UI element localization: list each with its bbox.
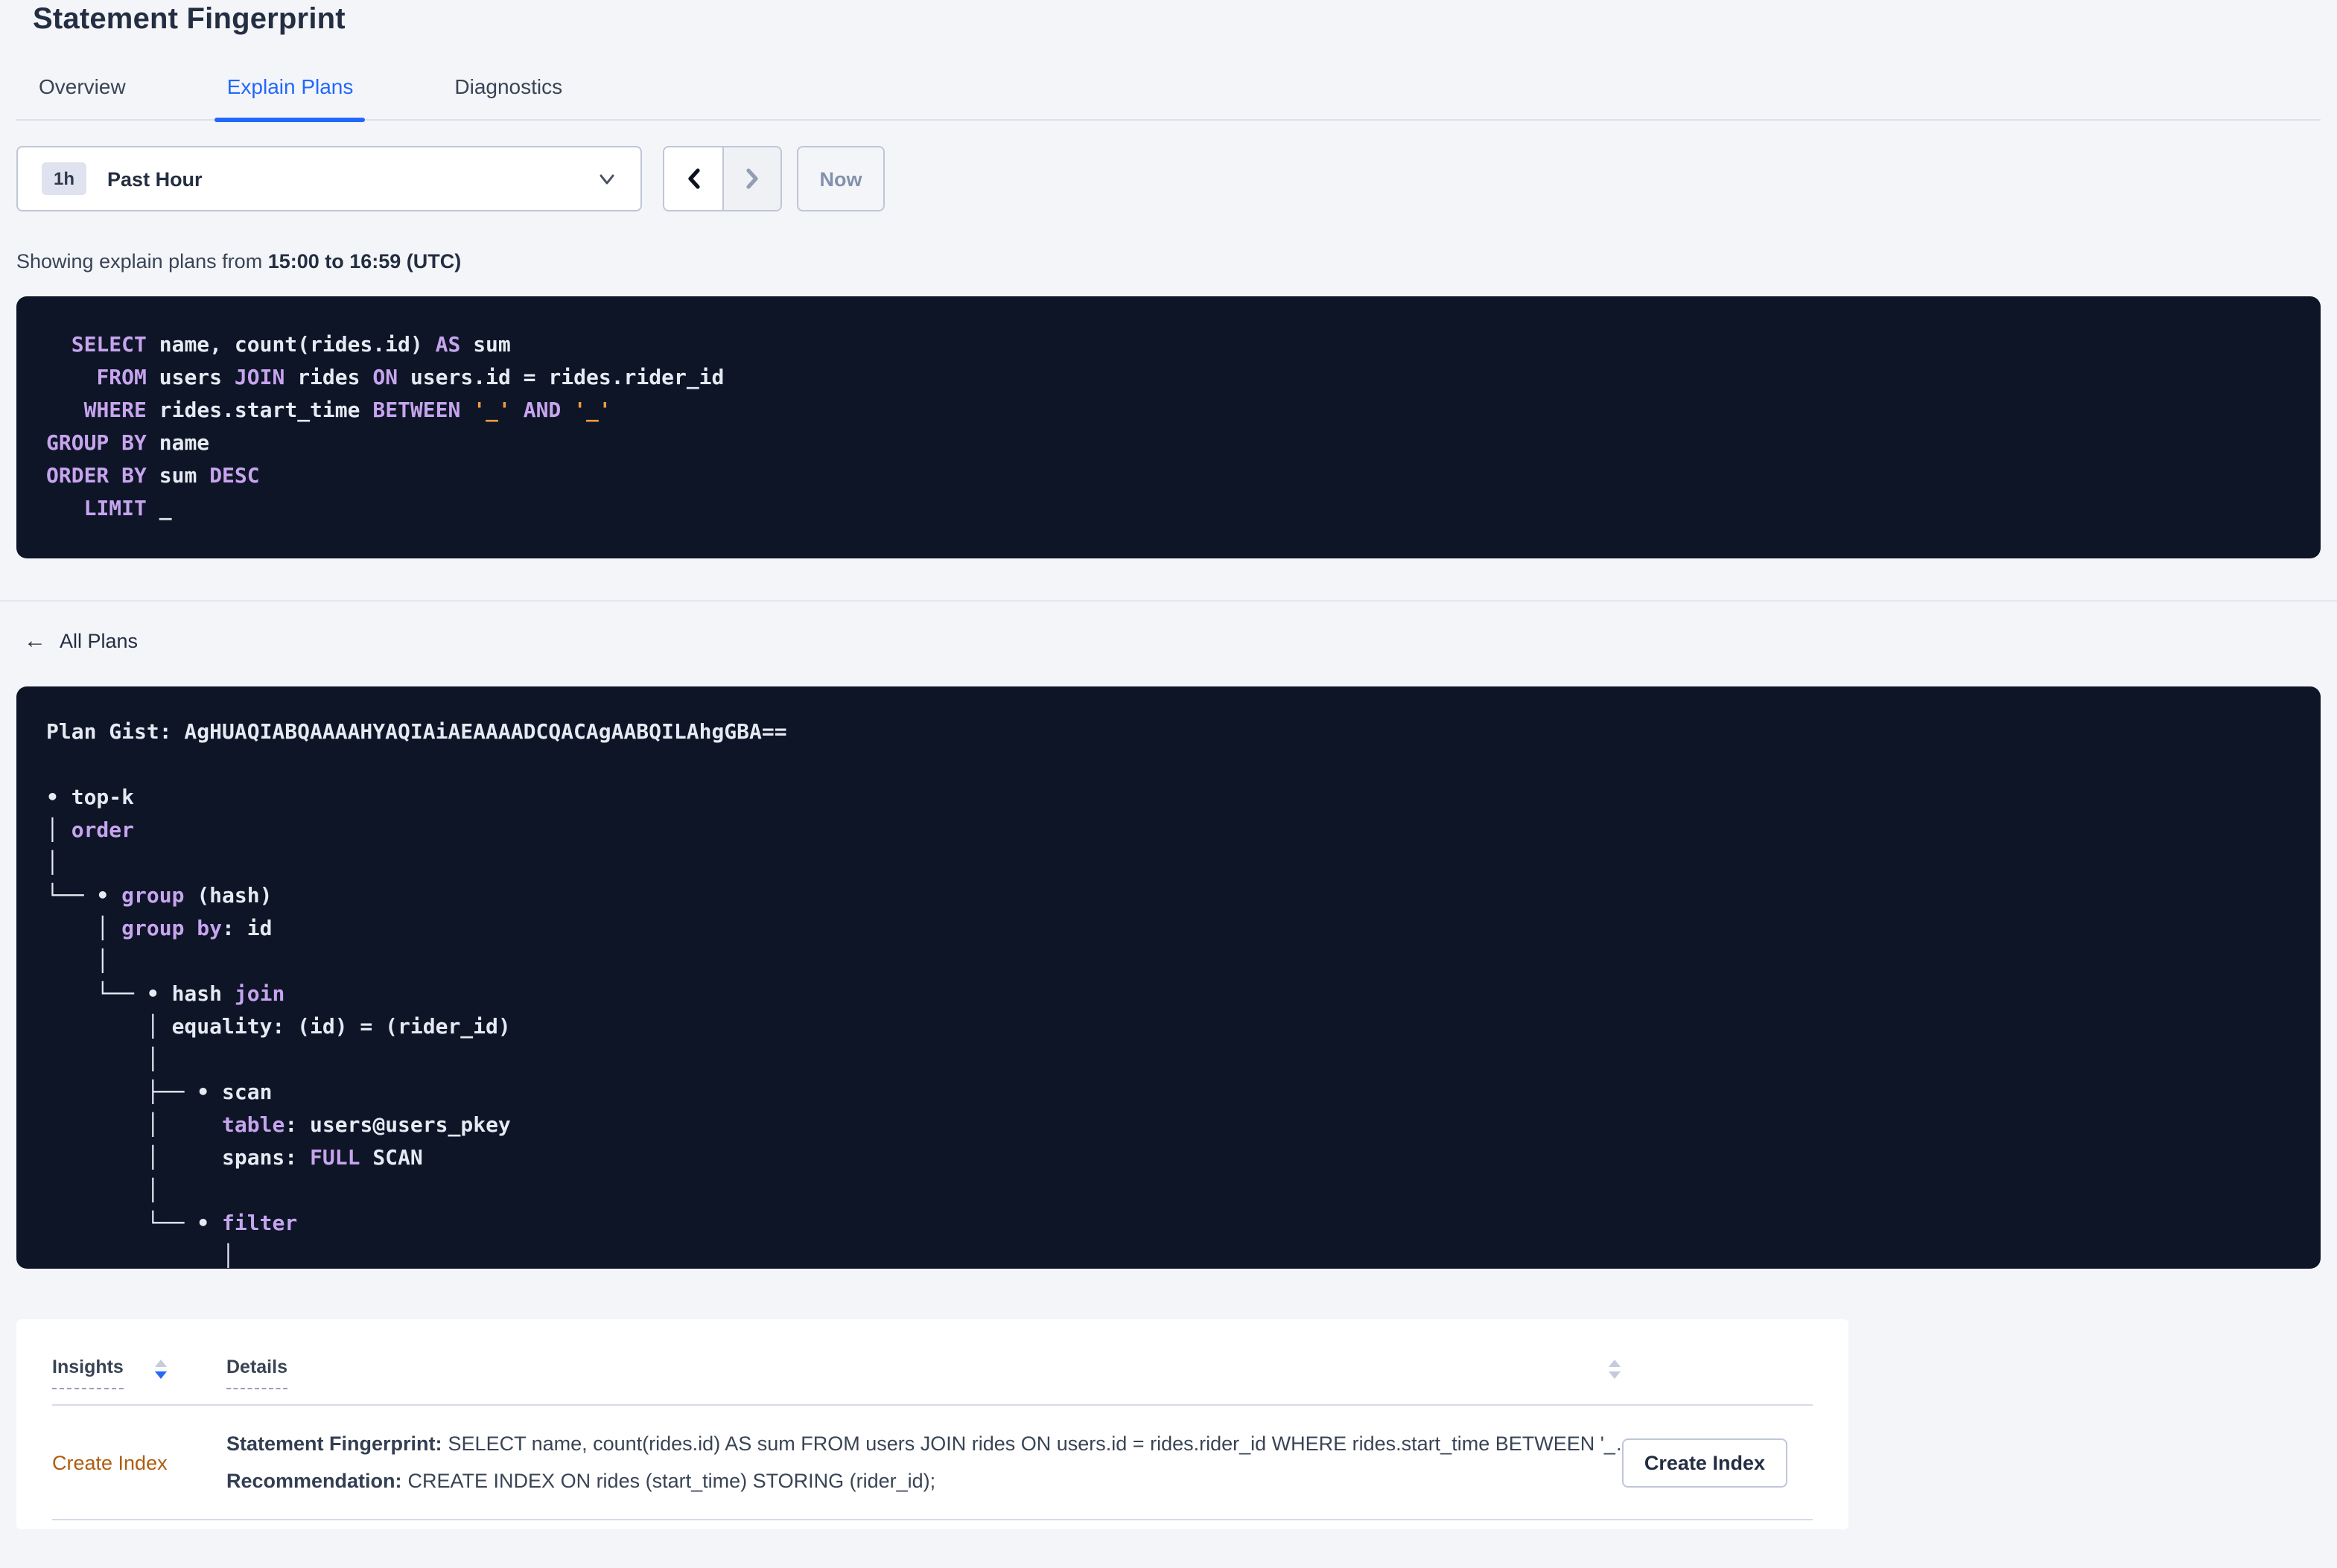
- statement-fingerprint-line: Statement Fingerprint: SELECT name, count…: [226, 1425, 1622, 1462]
- tab-diagnostics[interactable]: Diagnostics: [451, 74, 565, 119]
- insights-table: Insights Details Create Index Statement …: [16, 1319, 1848, 1529]
- create-index-link[interactable]: Create Index: [52, 1451, 226, 1473]
- page-title: Statement Fingerprint: [33, 3, 346, 36]
- now-button[interactable]: Now: [797, 146, 885, 211]
- column-header-details: Details: [226, 1357, 1622, 1389]
- tab-explain-plans[interactable]: Explain Plans: [214, 74, 366, 122]
- details-header-label[interactable]: Details: [226, 1357, 287, 1389]
- insights-header-label[interactable]: Insights: [52, 1357, 124, 1389]
- statement-sql-box: SELECT name, count(rides.id) AS sum FROM…: [16, 296, 2321, 558]
- time-range-badge: 1h: [42, 162, 87, 195]
- statement-fingerprint-page: Statement Fingerprint Overview Explain P…: [0, 0, 2337, 1568]
- create-index-button[interactable]: Create Index: [1621, 1438, 1787, 1487]
- recommendation-label: Recommendation:: [226, 1470, 402, 1492]
- recommendation-line: Recommendation: CREATE INDEX ON rides (st…: [226, 1462, 1622, 1500]
- summary-time-range: 15:00 to 16:59 (UTC): [267, 250, 462, 273]
- time-controls: 1h Past Hour Now: [16, 146, 2321, 211]
- recommendation-text: CREATE INDEX ON rides (start_time) STORI…: [407, 1470, 936, 1492]
- chevron-down-icon: [600, 173, 614, 184]
- next-interval-button[interactable]: [722, 147, 780, 210]
- tab-overview[interactable]: Overview: [36, 74, 129, 119]
- insights-table-header: Insights Details: [52, 1319, 1813, 1406]
- summary-prefix: Showing explain plans from: [16, 250, 268, 273]
- statement-fingerprint-text: SELECT name, count(rides.id) AS sum FROM…: [448, 1432, 1622, 1455]
- previous-interval-button[interactable]: [664, 147, 722, 210]
- all-plans-label: All Plans: [60, 630, 139, 652]
- details-cell: Statement Fingerprint: SELECT name, count…: [226, 1425, 1622, 1500]
- time-step-buttons: [663, 146, 782, 211]
- all-plans-link[interactable]: ← All Plans: [24, 630, 138, 652]
- plan-gist-box: Plan Gist: AgHUAQIABQAAAAHYAQIAiAEAAAADC…: [16, 686, 2321, 1269]
- tab-bar: Overview Explain Plans Diagnostics: [16, 74, 2321, 122]
- table-row: Create Index Statement Fingerprint: SELEC…: [52, 1406, 1813, 1520]
- arrow-left-icon: ←: [24, 628, 46, 654]
- chevron-right-icon: [746, 168, 758, 189]
- sort-icon-details[interactable]: [1607, 1358, 1622, 1385]
- chevron-left-icon: [687, 168, 699, 189]
- showing-plans-summary: Showing explain plans from 15:00 to 16:5…: [16, 250, 2321, 273]
- time-range-select[interactable]: 1h Past Hour: [16, 146, 642, 211]
- time-range-label: Past Hour: [107, 168, 203, 190]
- section-divider: [0, 600, 2337, 602]
- sort-icon-insights[interactable]: [153, 1358, 168, 1385]
- statement-fingerprint-label: Statement Fingerprint:: [226, 1432, 442, 1455]
- column-header-insights: Insights: [52, 1357, 226, 1389]
